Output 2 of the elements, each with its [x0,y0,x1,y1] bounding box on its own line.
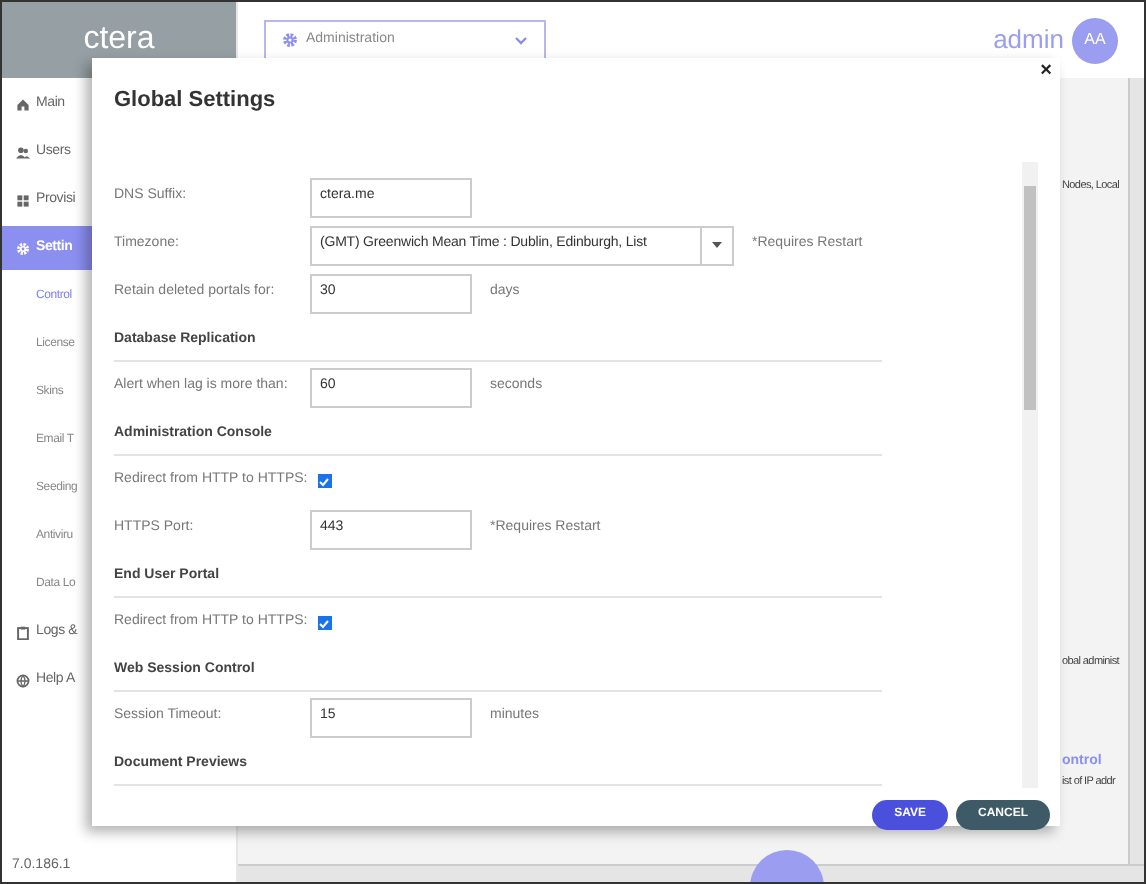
dialog-title: Global Settings [114,86,276,116]
logo: ctera [83,24,155,56]
